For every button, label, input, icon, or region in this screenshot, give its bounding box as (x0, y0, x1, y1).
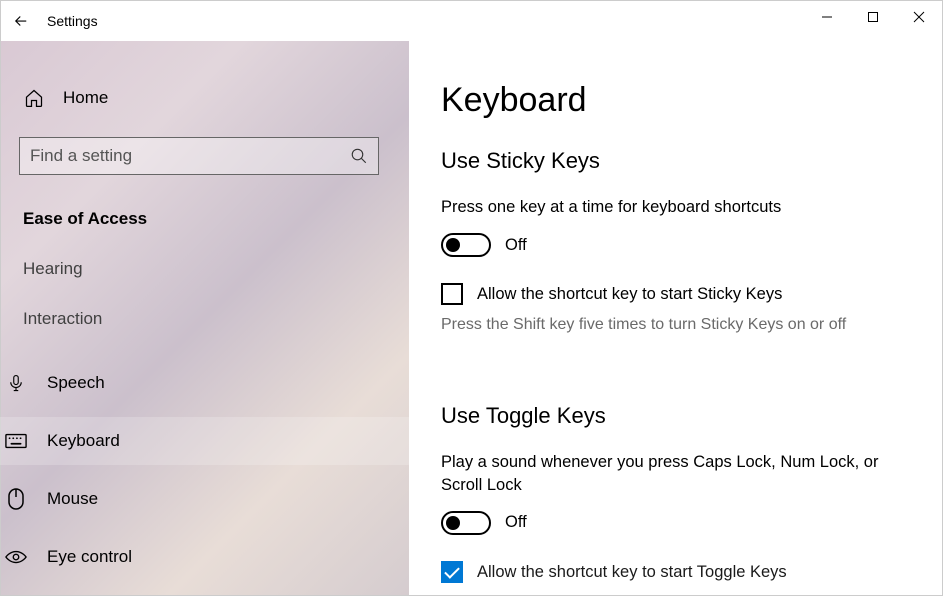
minimize-icon (821, 11, 833, 23)
nav-label: Mouse (47, 489, 98, 509)
nav-label: Speech (47, 373, 105, 393)
page-title: Keyboard (441, 81, 910, 120)
layout: Home Ease of Access Hearing Interaction … (1, 41, 942, 595)
category-header: Ease of Access (19, 209, 391, 229)
toggle-keys-toggle[interactable] (441, 511, 491, 535)
toggle-keys-desc: Play a sound whenever you press Caps Loc… (441, 451, 910, 497)
mouse-icon (5, 488, 27, 510)
window-title: Settings (47, 13, 98, 29)
toggle-keys-checkbox-label: Allow the shortcut key to start Toggle K… (477, 561, 787, 584)
eye-icon (5, 546, 27, 568)
arrow-left-icon (12, 12, 30, 30)
nav-item-speech[interactable]: Speech (0, 359, 409, 407)
nav-item-mouse[interactable]: Mouse (0, 475, 409, 523)
sticky-keys-toggle-row: Off (441, 233, 910, 257)
sticky-keys-checkbox-label: Allow the shortcut key to start Sticky K… (477, 283, 782, 306)
toggle-keys-toggle-row: Off (441, 511, 910, 535)
toggle-keys-toggle-label: Off (505, 513, 527, 532)
window-controls (804, 1, 942, 33)
nav-label: Eye control (47, 547, 132, 567)
toggle-knob (446, 516, 460, 530)
sticky-keys-toggle[interactable] (441, 233, 491, 257)
subcategory-interaction[interactable]: Interaction (19, 309, 391, 329)
microphone-icon (5, 372, 27, 394)
nav-item-keyboard[interactable]: Keyboard (0, 417, 409, 465)
keyboard-icon (5, 430, 27, 452)
sticky-keys-desc: Press one key at a time for keyboard sho… (441, 196, 910, 219)
main-content: Keyboard Use Sticky Keys Press one key a… (409, 41, 942, 595)
sticky-keys-shortcut-checkbox[interactable] (441, 283, 463, 305)
home-link[interactable]: Home (19, 81, 391, 115)
sticky-keys-checkbox-row: Allow the shortcut key to start Sticky K… (441, 283, 910, 306)
close-button[interactable] (896, 1, 942, 33)
sidebar: Home Ease of Access Hearing Interaction … (1, 41, 409, 595)
nav-label: Keyboard (47, 431, 120, 451)
search-box[interactable] (19, 137, 379, 175)
home-label: Home (63, 88, 108, 108)
sticky-keys-heading: Use Sticky Keys (441, 148, 910, 174)
titlebar: Settings (1, 1, 942, 41)
subcategory-hearing[interactable]: Hearing (19, 259, 391, 279)
toggle-keys-heading: Use Toggle Keys (441, 403, 910, 429)
toggle-keys-shortcut-checkbox[interactable] (441, 561, 463, 583)
maximize-icon (867, 11, 879, 23)
maximize-button[interactable] (850, 1, 896, 33)
sticky-keys-hint: Press the Shift key five times to turn S… (441, 314, 910, 336)
search-icon (350, 147, 368, 165)
toggle-keys-checkbox-row: Allow the shortcut key to start Toggle K… (441, 561, 910, 584)
sticky-keys-toggle-label: Off (505, 236, 527, 255)
back-button[interactable] (1, 1, 41, 41)
close-icon (913, 11, 925, 23)
home-icon (23, 87, 45, 109)
nav-item-eye-control[interactable]: Eye control (0, 533, 409, 581)
search-input[interactable] (30, 146, 350, 166)
toggle-knob (446, 238, 460, 252)
minimize-button[interactable] (804, 1, 850, 33)
